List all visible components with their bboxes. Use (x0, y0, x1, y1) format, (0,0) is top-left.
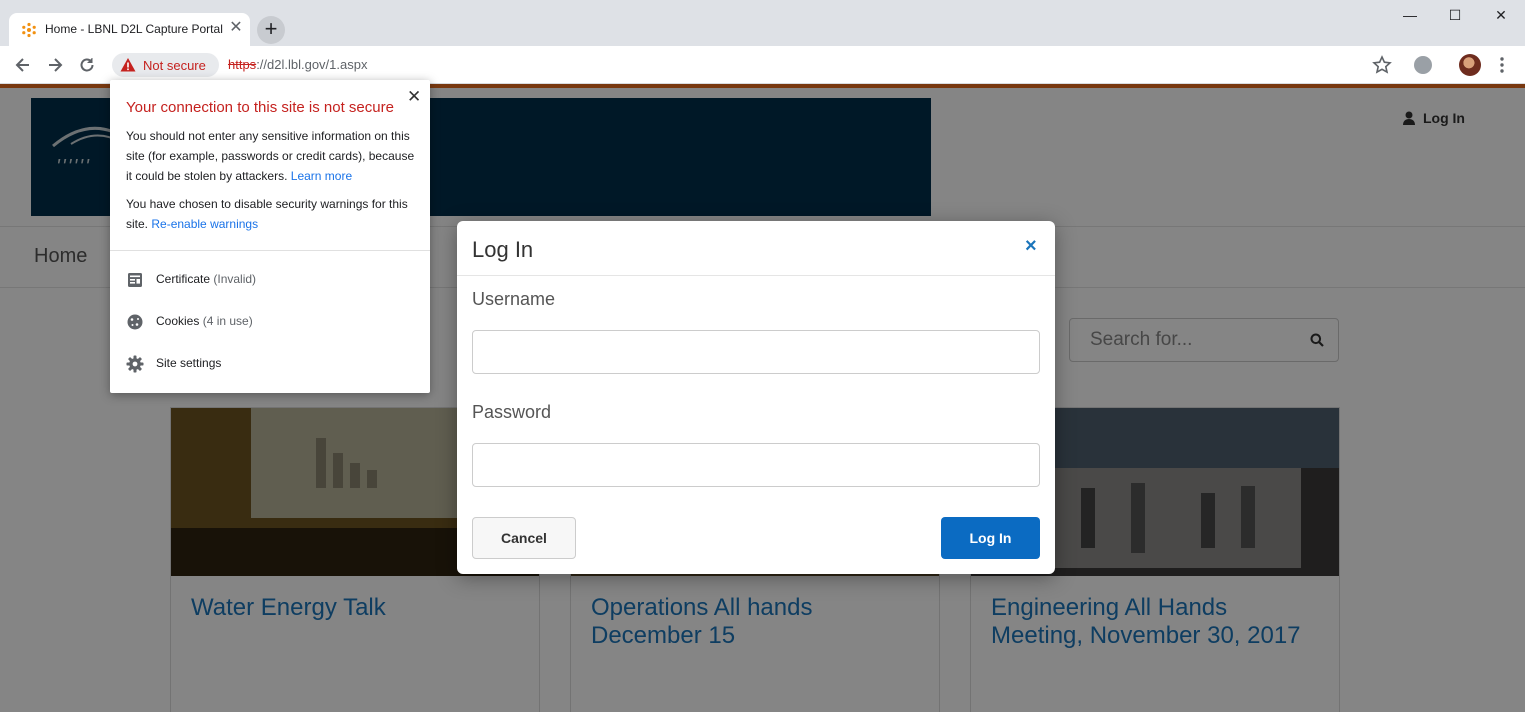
cookies-label-text: Cookies (156, 314, 200, 328)
security-label: Not secure (143, 58, 206, 73)
certificate-icon (128, 273, 142, 287)
popup-warning-text: You should not enter any sensitive infor… (126, 126, 418, 186)
cookies-label: Cookies (4 in use) (156, 314, 253, 328)
cookies-count: (4 in use) (202, 314, 253, 328)
certificate-status: (Invalid) (213, 272, 257, 286)
learn-more-link[interactable]: Learn more (291, 169, 352, 183)
popup-disabled-text: You have chosen to disable security warn… (126, 194, 418, 234)
browser-titlebar: Home - LBNL D2L Capture Portal ✕ + — ☐ ✕ (0, 0, 1525, 46)
url-rest: ://d2l.lbl.gov/1.aspx (256, 57, 368, 72)
certificate-label: Certificate (Invalid) (156, 272, 256, 286)
warning-triangle-icon (120, 58, 136, 72)
reenable-warnings-link[interactable]: Re-enable warnings (151, 217, 258, 231)
popup-heading: Your connection to this site is not secu… (126, 99, 394, 116)
maximize-button[interactable]: ☐ (1440, 4, 1470, 26)
back-arrow-icon[interactable] (13, 55, 33, 75)
browser-tab-active[interactable]: Home - LBNL D2L Capture Portal ✕ (9, 13, 250, 46)
login-modal: Log In × Username Password Cancel Log In (457, 221, 1055, 574)
forward-arrow-icon[interactable] (45, 55, 65, 75)
minimize-button[interactable]: — (1395, 4, 1425, 26)
security-indicator-button[interactable]: Not secure (112, 53, 219, 77)
close-icon[interactable]: × (1025, 235, 1037, 258)
gear-icon (126, 355, 144, 373)
site-favicon-icon (22, 22, 36, 38)
bookmark-star-icon[interactable] (1372, 55, 1392, 75)
browser-menu-icon[interactable] (1494, 55, 1510, 75)
browser-toolbar: Not secure https://d2l.lbl.gov/1.aspx (0, 46, 1525, 84)
username-field[interactable] (472, 330, 1040, 374)
popup-close-icon[interactable]: ✕ (407, 87, 421, 107)
tab-title: Home - LBNL D2L Capture Portal (45, 22, 223, 36)
warning-text: You should not enter any sensitive infor… (126, 129, 415, 183)
site-info-popup: ✕ Your connection to this site is not se… (110, 80, 430, 393)
url-scheme: https (228, 57, 257, 72)
login-submit-button[interactable]: Log In (941, 517, 1040, 559)
address-bar[interactable]: https://d2l.lbl.gov/1.aspx (228, 57, 367, 72)
modal-divider (457, 275, 1055, 276)
modal-title: Log In (472, 237, 534, 262)
username-label: Username (472, 289, 556, 309)
cookie-icon (127, 314, 143, 330)
password-label: Password (472, 402, 552, 422)
cancel-button[interactable]: Cancel (472, 517, 576, 559)
site-settings-label: Site settings (156, 356, 222, 370)
tab-close-icon[interactable]: ✕ (228, 19, 244, 37)
certificate-label-text: Certificate (156, 272, 211, 286)
window-close-button[interactable]: ✕ (1486, 4, 1516, 26)
popup-divider (110, 250, 430, 251)
extension-icon[interactable] (1414, 56, 1432, 74)
new-tab-button[interactable]: + (257, 16, 285, 44)
password-field[interactable] (472, 443, 1040, 487)
reload-icon[interactable] (77, 55, 97, 75)
profile-avatar[interactable] (1459, 54, 1481, 76)
